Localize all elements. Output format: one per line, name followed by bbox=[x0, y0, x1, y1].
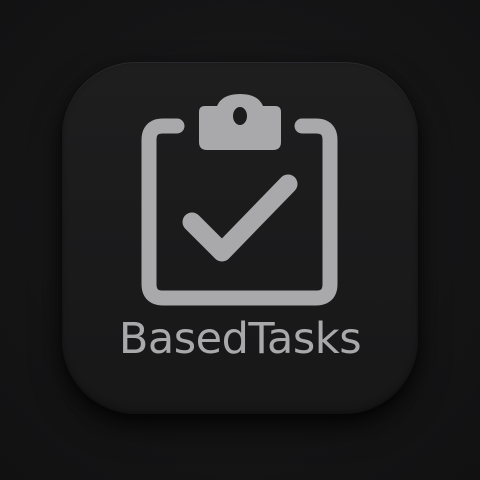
app-name-label: BasedTasks bbox=[118, 314, 362, 364]
clip-hole bbox=[233, 107, 247, 125]
clipboard-body bbox=[141, 118, 338, 306]
app-icon-tile[interactable]: BasedTasks bbox=[62, 62, 418, 414]
canvas: BasedTasks bbox=[0, 0, 480, 480]
check-mark bbox=[182, 174, 298, 262]
